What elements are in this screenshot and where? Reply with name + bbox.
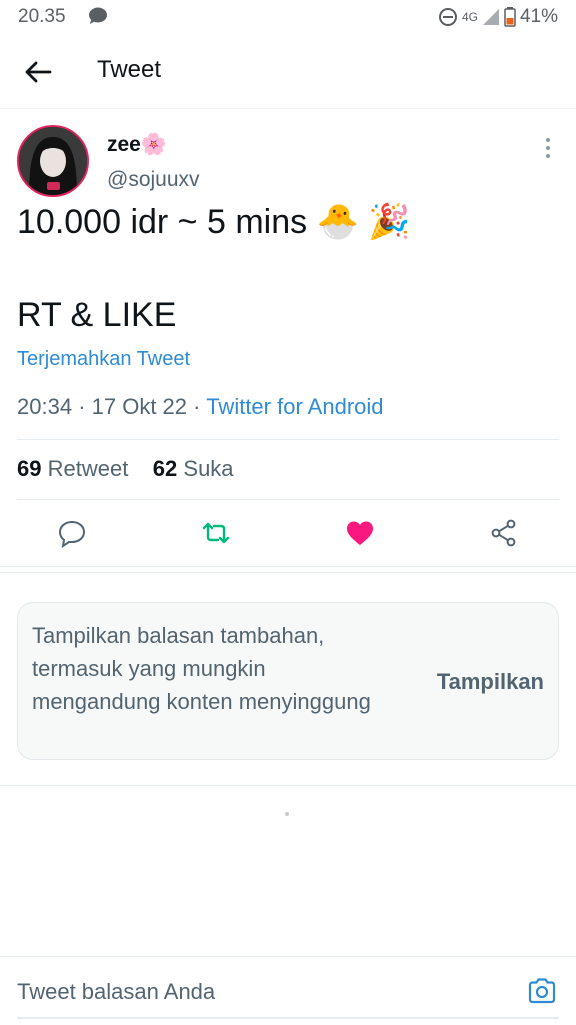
divider [17,499,559,500]
translate-tweet-link[interactable]: Terjemahkan Tweet [17,348,190,371]
back-arrow-icon[interactable] [22,56,54,88]
tweet-text-line-2: RT & LIKE [17,296,177,334]
meta-separator: · [78,394,92,419]
tweet-time: 20:34 [17,394,73,419]
retweet-label: Retweet [47,456,129,481]
signal-icon [482,9,499,25]
avatar[interactable] [17,125,89,197]
reply-icon[interactable] [57,518,87,548]
chat-bubble-icon [89,7,107,24]
share-icon[interactable] [489,518,519,548]
tweet-text-line-1: 10.000 idr ~ 5 mins 🐣 🎉 [17,203,411,241]
tweet-actions [0,506,576,560]
like-heart-icon[interactable] [345,518,375,548]
tweet-meta: 20:34 · 17 Okt 22 · Twitter for Android [17,394,384,420]
author-name[interactable]: zee🌸 [107,133,167,157]
network-type: 4G [461,10,478,24]
status-icons: 4G 41% [438,6,558,28]
like-label: Suka [183,456,234,481]
retweet-icon[interactable] [201,518,231,548]
tweet-source-link[interactable]: Twitter for Android [206,394,383,419]
like-stat[interactable]: 62 Suka [153,456,234,481]
meta-separator: · [193,394,207,419]
show-replies-button[interactable]: Tampilkan [437,669,544,695]
more-options-icon[interactable] [538,136,558,160]
like-count: 62 [152,456,178,481]
additional-replies-notice: Tampilkan balasan tambahan, termasuk yan… [17,602,559,760]
reply-input[interactable]: Tweet balasan Anda [17,979,215,1005]
divider [17,439,559,440]
camera-icon[interactable] [526,975,558,1007]
status-bar: 20.35 4G 41% [0,0,576,34]
loading-indicator [285,812,289,816]
battery-level: 41% [519,6,558,27]
do-not-disturb-icon [438,8,457,26]
retweet-stat[interactable]: 69 Retweet [17,456,128,481]
page-title: Tweet [97,56,162,83]
tweet-stats: 69 Retweet 62 Suka [17,456,234,482]
top-bar: Tweet [0,34,576,109]
reply-underline [17,1017,559,1019]
avatar-image [19,127,87,195]
retweet-count: 69 [17,456,42,481]
section-divider [0,572,576,573]
status-time: 20.35 [18,6,66,27]
reply-bar: Tweet balasan Anda [0,956,576,1025]
notice-message: Tampilkan balasan tambahan, termasuk yan… [32,623,371,714]
section-divider [0,566,576,567]
tweet-date: 17 Okt 22 [91,394,188,419]
section-divider [0,785,576,786]
battery-icon [504,7,516,27]
author-handle[interactable]: @sojuuxv [107,168,200,192]
